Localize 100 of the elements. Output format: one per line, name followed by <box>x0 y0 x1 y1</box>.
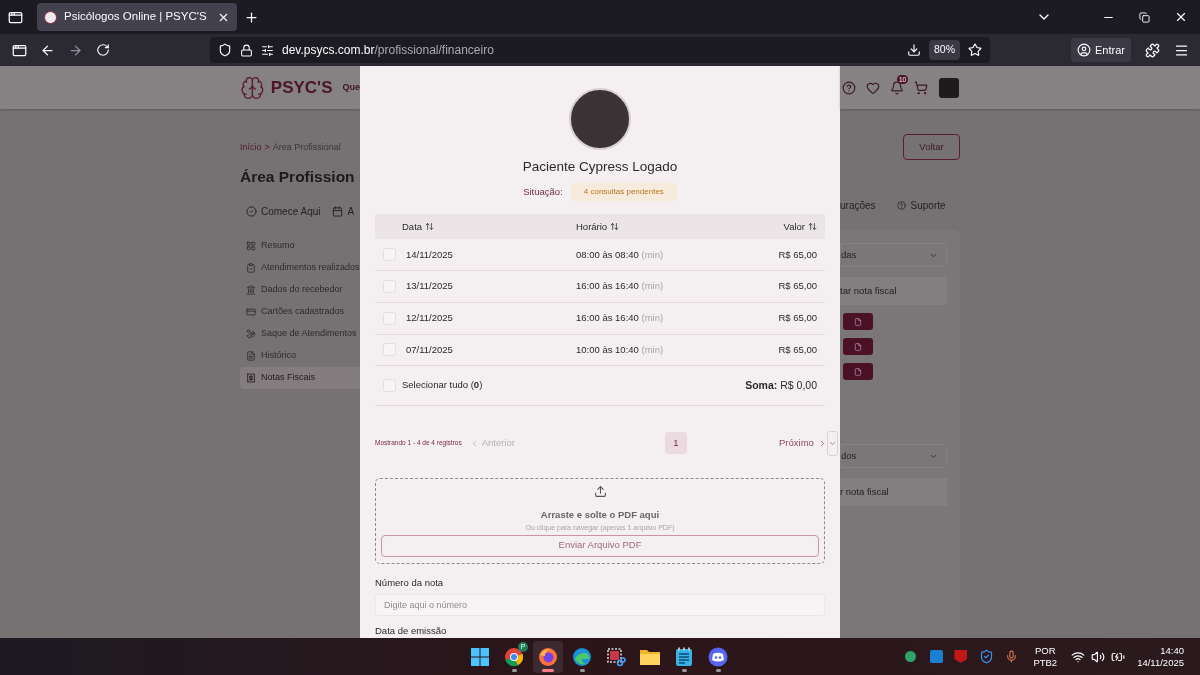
menu-icon[interactable] <box>1174 42 1189 58</box>
page-tab[interactable]: A <box>332 203 355 219</box>
restore-icon[interactable] <box>1139 11 1150 23</box>
sidebar-item[interactable]: Cartões cadastrados <box>240 300 360 323</box>
patient-name: Paciente Cypress Logado <box>522 158 678 176</box>
date-cell: 14/11/2025 <box>406 247 453 262</box>
tab-title: Psicólogos Online | PSYC'S <box>64 9 208 25</box>
drop-zone-title: Arraste e solte o PDF aqui <box>540 507 660 522</box>
page-tab[interactable]: urações <box>840 198 876 213</box>
send-pdf-button[interactable]: Enviar Arquivo PDF <box>381 534 819 557</box>
value-cell: R$ 65,00 <box>778 247 817 262</box>
breadcrumb-separator: > <box>264 141 270 154</box>
cart-icon[interactable] <box>914 80 928 95</box>
sidebar-item[interactable]: Resumo <box>240 234 360 257</box>
column-header[interactable]: Horário <box>576 219 697 234</box>
file-button[interactable] <box>843 338 873 355</box>
sort-icon <box>808 222 817 232</box>
windows-logo-icon <box>470 646 490 667</box>
time-cell-text: 10:00 às 10:40 (min) <box>576 342 665 357</box>
file-icon <box>854 317 862 326</box>
time-cell-text: 16:00 às 16:40 (min) <box>576 311 665 326</box>
clock-time[interactable]: 14:40 <box>1160 644 1184 657</box>
account-button[interactable]: Entrar <box>1071 38 1131 62</box>
clock-date[interactable]: 14/11/2025 <box>1137 656 1184 669</box>
page-tab[interactable]: Suporte <box>896 198 946 213</box>
help-icon <box>896 201 906 210</box>
table-header: tar nota fiscal <box>840 277 947 305</box>
sum-text: Soma: R$ 0,00 <box>745 377 817 393</box>
extensions-icon[interactable] <box>1145 42 1160 58</box>
page-title: Área Profission <box>239 166 356 187</box>
value-cell: R$ 65,00 <box>778 311 817 326</box>
document-icon <box>246 350 256 361</box>
clipboard-check-icon <box>246 262 256 273</box>
tray-app-icon[interactable] <box>930 650 944 663</box>
select-all-label: Selecionar tudo (0) <box>402 378 483 393</box>
column-header[interactable]: Data <box>383 219 576 234</box>
value-cell: R$ 65,00 <box>778 279 817 294</box>
check-circle-icon <box>246 205 257 217</box>
time-cell-text: 08:00 às 08:40 (min) <box>576 247 665 262</box>
logo-text: PSYC'S <box>270 76 333 99</box>
user-avatar-photo-placeholder[interactable] <box>939 77 959 98</box>
tab-list-icon[interactable] <box>8 9 23 25</box>
favicon-icon <box>44 10 57 24</box>
notepad-icon <box>675 646 693 667</box>
status-label: Situação: <box>523 185 563 200</box>
upload-icon <box>593 484 607 498</box>
back-button[interactable]: Voltar <box>903 134 960 160</box>
file-icon <box>854 342 862 351</box>
file-icon <box>854 367 862 376</box>
shield-m-icon[interactable] <box>954 650 968 663</box>
sidebar-item[interactable]: Atendimentos realizados <box>240 256 360 279</box>
download-icon[interactable] <box>907 43 921 57</box>
wave-globe-icon <box>572 646 592 667</box>
sidebar-item[interactable]: Histórico <box>240 344 360 367</box>
chrome-like-icon <box>504 646 524 667</box>
column-header[interactable]: Valor <box>783 219 817 234</box>
page-tab[interactable]: Comece Aqui <box>246 203 321 219</box>
sidebar-item[interactable]: Saque de Atendimentos <box>240 322 360 345</box>
help-icon[interactable] <box>842 80 856 95</box>
close-icon[interactable] <box>1174 10 1188 24</box>
date-cell: 13/11/2025 <box>406 279 453 294</box>
address-bar[interactable]: dev.psycs.com.br/profissional/financeiro 80% <box>210 37 990 63</box>
notification-bell-icon[interactable] <box>890 80 904 95</box>
sliders-icon <box>261 43 274 57</box>
sidebar-item[interactable]: Dados do recebedor <box>240 278 360 301</box>
back-icon[interactable] <box>40 42 55 58</box>
security-shield-icon[interactable] <box>979 649 995 664</box>
table-header: r nota fiscal <box>840 478 947 506</box>
bookmark-star-icon[interactable] <box>968 43 982 57</box>
input-field[interactable]: Digite aqui o número <box>375 593 825 616</box>
page-number-button[interactable]: 1 <box>665 432 687 455</box>
file-button[interactable] <box>843 313 873 330</box>
status-badge: 4 consultas pendentes <box>570 183 677 202</box>
microphone-icon[interactable] <box>1005 650 1019 663</box>
zoom-level-button[interactable]: 80% <box>929 40 960 60</box>
taskbar-app[interactable] <box>533 640 563 673</box>
field-label: Número da nota <box>375 575 445 590</box>
header-link[interactable]: Que <box>342 80 360 95</box>
volume-icon[interactable] <box>1091 649 1106 664</box>
user-icon <box>1077 43 1092 57</box>
sort-icon <box>610 222 620 232</box>
next-button[interactable]: Próximo <box>779 436 827 451</box>
filter-dropdown[interactable]: das <box>840 243 947 267</box>
file-button[interactable] <box>843 363 873 380</box>
reload-icon[interactable] <box>96 43 110 57</box>
wifi-icon[interactable] <box>1071 649 1086 664</box>
new-tab-icon[interactable] <box>244 9 259 25</box>
heart-icon[interactable] <box>866 80 880 95</box>
grid-icon <box>246 240 256 251</box>
sidebar-item[interactable]: Notas Fiscais <box>240 366 360 389</box>
input-language[interactable]: PTB2 <box>1033 656 1058 669</box>
breadcrumb-link[interactable]: Início <box>240 141 262 155</box>
receipt-icon <box>246 372 256 383</box>
scissors-screen-icon <box>606 646 626 667</box>
sidebar-toggle-icon[interactable] <box>12 42 27 58</box>
filter-dropdown[interactable]: dos <box>840 444 947 468</box>
shield-icon <box>218 43 232 57</box>
forward-icon[interactable] <box>68 42 83 58</box>
browser-tab[interactable]: Psicólogos Online | PSYC'S <box>37 3 237 31</box>
input-language[interactable]: POR <box>1034 644 1056 657</box>
